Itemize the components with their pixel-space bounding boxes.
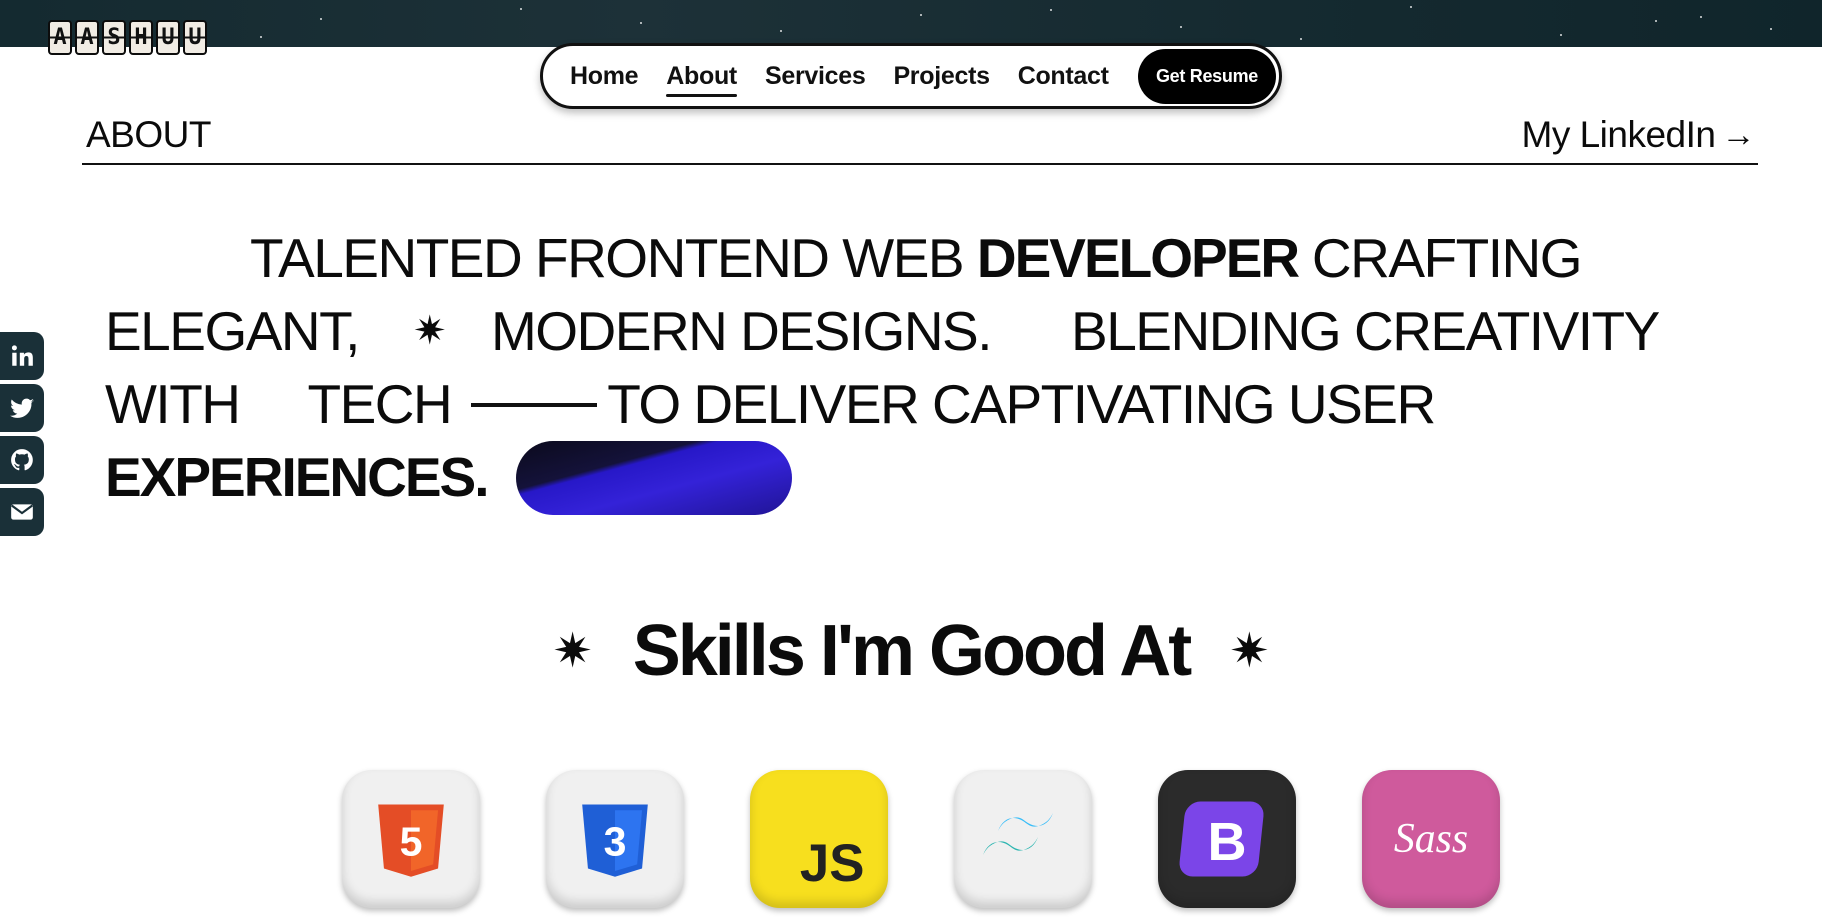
site-logo[interactable]: A A S H U U (48, 20, 207, 55)
logo-letter: H (129, 20, 153, 55)
logo-letter: A (48, 20, 72, 55)
star-dot (1410, 6, 1412, 8)
skill-css3[interactable]: 3 (546, 770, 684, 908)
skills-list: 5 3 JS B Sass (342, 770, 1500, 908)
star-dot (780, 30, 782, 32)
arrow-right-icon: → (1721, 115, 1756, 154)
skills-heading-row: ✷ Skills I'm Good At ✷ (0, 610, 1822, 692)
intro-text: WITH (105, 373, 241, 435)
logo-letter: A (75, 20, 99, 55)
linkedin-icon (11, 345, 33, 366)
sparkle-icon: ✷ (412, 309, 447, 353)
intro-text: CRAFTING (1298, 227, 1583, 289)
javascript-icon: JS (800, 834, 865, 893)
skills-heading: Skills I'm Good At (632, 611, 1193, 691)
skill-label: B (1207, 812, 1246, 872)
star-dot (1655, 20, 1657, 22)
intro-text: BLENDING CREATIVITY (1071, 300, 1660, 362)
nav-contact[interactable]: Contact (1018, 62, 1109, 91)
star-dot (1300, 38, 1302, 40)
skill-label: JS (800, 834, 865, 893)
skill-tailwind[interactable] (954, 770, 1092, 908)
skill-bootstrap[interactable]: B (1158, 770, 1296, 908)
intro-text: MODERN DESIGNS. (490, 300, 993, 362)
star-dot (320, 18, 322, 20)
star-dot (260, 36, 262, 38)
intro-text: ELEGANT, (105, 300, 360, 362)
sparkle-icon: ✷ (552, 625, 593, 678)
tailwind-icon (983, 813, 1053, 855)
decorative-gradient-pill (515, 440, 792, 515)
html5-icon: 5 (378, 804, 444, 877)
intro-text: TECH (307, 373, 453, 435)
nav-about[interactable]: About (666, 62, 737, 97)
star-dot (1050, 9, 1052, 11)
about-intro-text: TALENTED FRONTEND WEB DEVELOPER CRAFTING… (105, 222, 1745, 515)
dash-divider (471, 402, 598, 407)
star-dot (1180, 26, 1182, 28)
main-navbar: Home About Services Projects Contact Get… (540, 43, 1282, 109)
star-dot (1700, 16, 1702, 18)
skill-label: 5 (400, 818, 423, 864)
css3-icon: 3 (582, 804, 648, 877)
social-mail[interactable] (0, 488, 44, 536)
twitter-icon (10, 398, 34, 418)
logo-letter: U (156, 20, 180, 55)
top-starfield-band (0, 0, 1822, 47)
star-dot (1560, 34, 1562, 36)
nav-home[interactable]: Home (570, 62, 639, 91)
social-twitter[interactable] (0, 384, 44, 432)
linkedin-link-label: My LinkedIn (1521, 114, 1717, 155)
skill-html5[interactable]: 5 (342, 770, 480, 908)
social-linkedin[interactable] (0, 332, 44, 380)
logo-letter: S (102, 20, 126, 55)
skill-sass[interactable]: Sass (1362, 770, 1500, 908)
social-github[interactable] (0, 436, 44, 484)
nav-services[interactable]: Services (765, 62, 866, 91)
skill-label: 3 (604, 818, 627, 864)
section-divider (82, 163, 1758, 165)
linkedin-link[interactable]: My LinkedIn → (1522, 114, 1756, 156)
github-icon (11, 449, 33, 471)
star-dot (640, 22, 642, 24)
intro-text: TALENTED FRONTEND WEB (250, 227, 977, 289)
star-dot (520, 8, 522, 10)
sass-icon: Sass (1394, 816, 1468, 862)
nav-projects[interactable]: Projects (893, 62, 990, 91)
skill-javascript[interactable]: JS (750, 770, 888, 908)
logo-letter: U (183, 20, 207, 55)
mail-icon (11, 504, 33, 520)
intro-emphasis: EXPERIENCES. (105, 446, 490, 508)
sparkle-icon: ✷ (1229, 625, 1270, 678)
star-dot (1770, 28, 1772, 30)
star-dot (920, 14, 922, 16)
intro-emphasis: DEVELOPER (976, 227, 1300, 289)
get-resume-button[interactable]: Get Resume (1138, 49, 1276, 104)
section-title: ABOUT (86, 114, 211, 155)
bootstrap-icon: B (1179, 801, 1264, 877)
skill-label: Sass (1394, 816, 1468, 862)
intro-text: TO DELIVER CAPTIVATING USER (607, 373, 1436, 435)
